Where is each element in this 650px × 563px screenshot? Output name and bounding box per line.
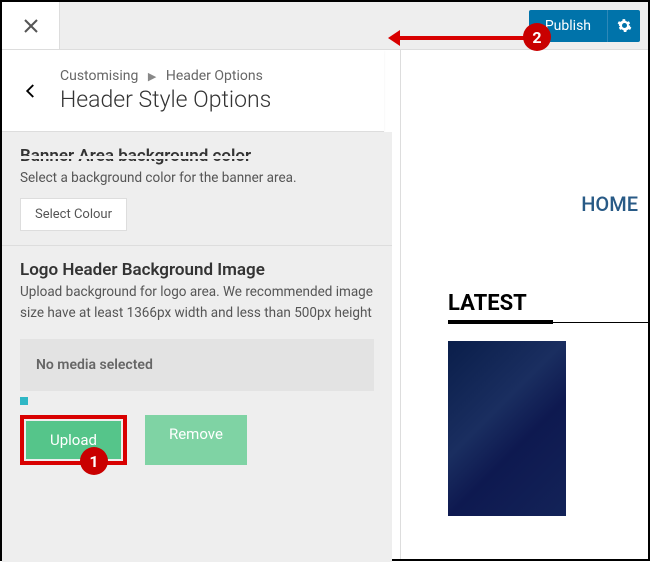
select-color-button[interactable]: Select Colour — [20, 198, 127, 231]
breadcrumb: Customising ▶ Header Options — [60, 68, 271, 84]
upload-button[interactable]: Upload — [26, 421, 121, 459]
preview-pane: HOME LATEST — [400, 50, 648, 559]
publish-settings-toggle[interactable] — [608, 18, 640, 33]
section-desc: Select a background color for the banner… — [20, 168, 374, 188]
panel-title: Header Style Options — [60, 86, 271, 113]
latest-thumbnail[interactable] — [448, 341, 566, 516]
callout-badge-1: 1 — [80, 447, 108, 475]
remove-button[interactable]: Remove — [145, 415, 247, 465]
chevron-left-icon — [22, 82, 40, 100]
indicator-dot — [20, 397, 28, 405]
section-heading: Logo Header Background Image — [20, 260, 374, 280]
latest-heading: LATEST — [448, 287, 648, 320]
media-placeholder: No media selected — [20, 339, 374, 391]
close-button[interactable] — [2, 2, 60, 49]
section-banner-color: Banner Area background color Select a ba… — [2, 132, 392, 246]
section-heading: Banner Area background color — [20, 146, 374, 166]
back-button[interactable] — [2, 50, 60, 131]
gear-icon — [617, 18, 632, 33]
crumb-root: Customising — [60, 68, 138, 84]
close-icon — [23, 18, 39, 34]
nav-home[interactable]: HOME — [581, 192, 638, 216]
section-desc: Upload background for logo area. We reco… — [20, 282, 374, 323]
callout-badge-2: 2 — [523, 23, 551, 51]
callout-highlight: Upload — [20, 415, 127, 465]
callout-arrow — [392, 36, 524, 40]
crumb-parent: Header Options — [166, 68, 263, 84]
toolbar: Publish — [60, 2, 648, 49]
scroll-area[interactable]: Banner Area background color Select a ba… — [2, 132, 392, 562]
section-logo-bg: Logo Header Background Image Upload back… — [2, 246, 392, 479]
underline-thin — [448, 322, 648, 323]
caret-icon: ▶ — [148, 70, 156, 83]
